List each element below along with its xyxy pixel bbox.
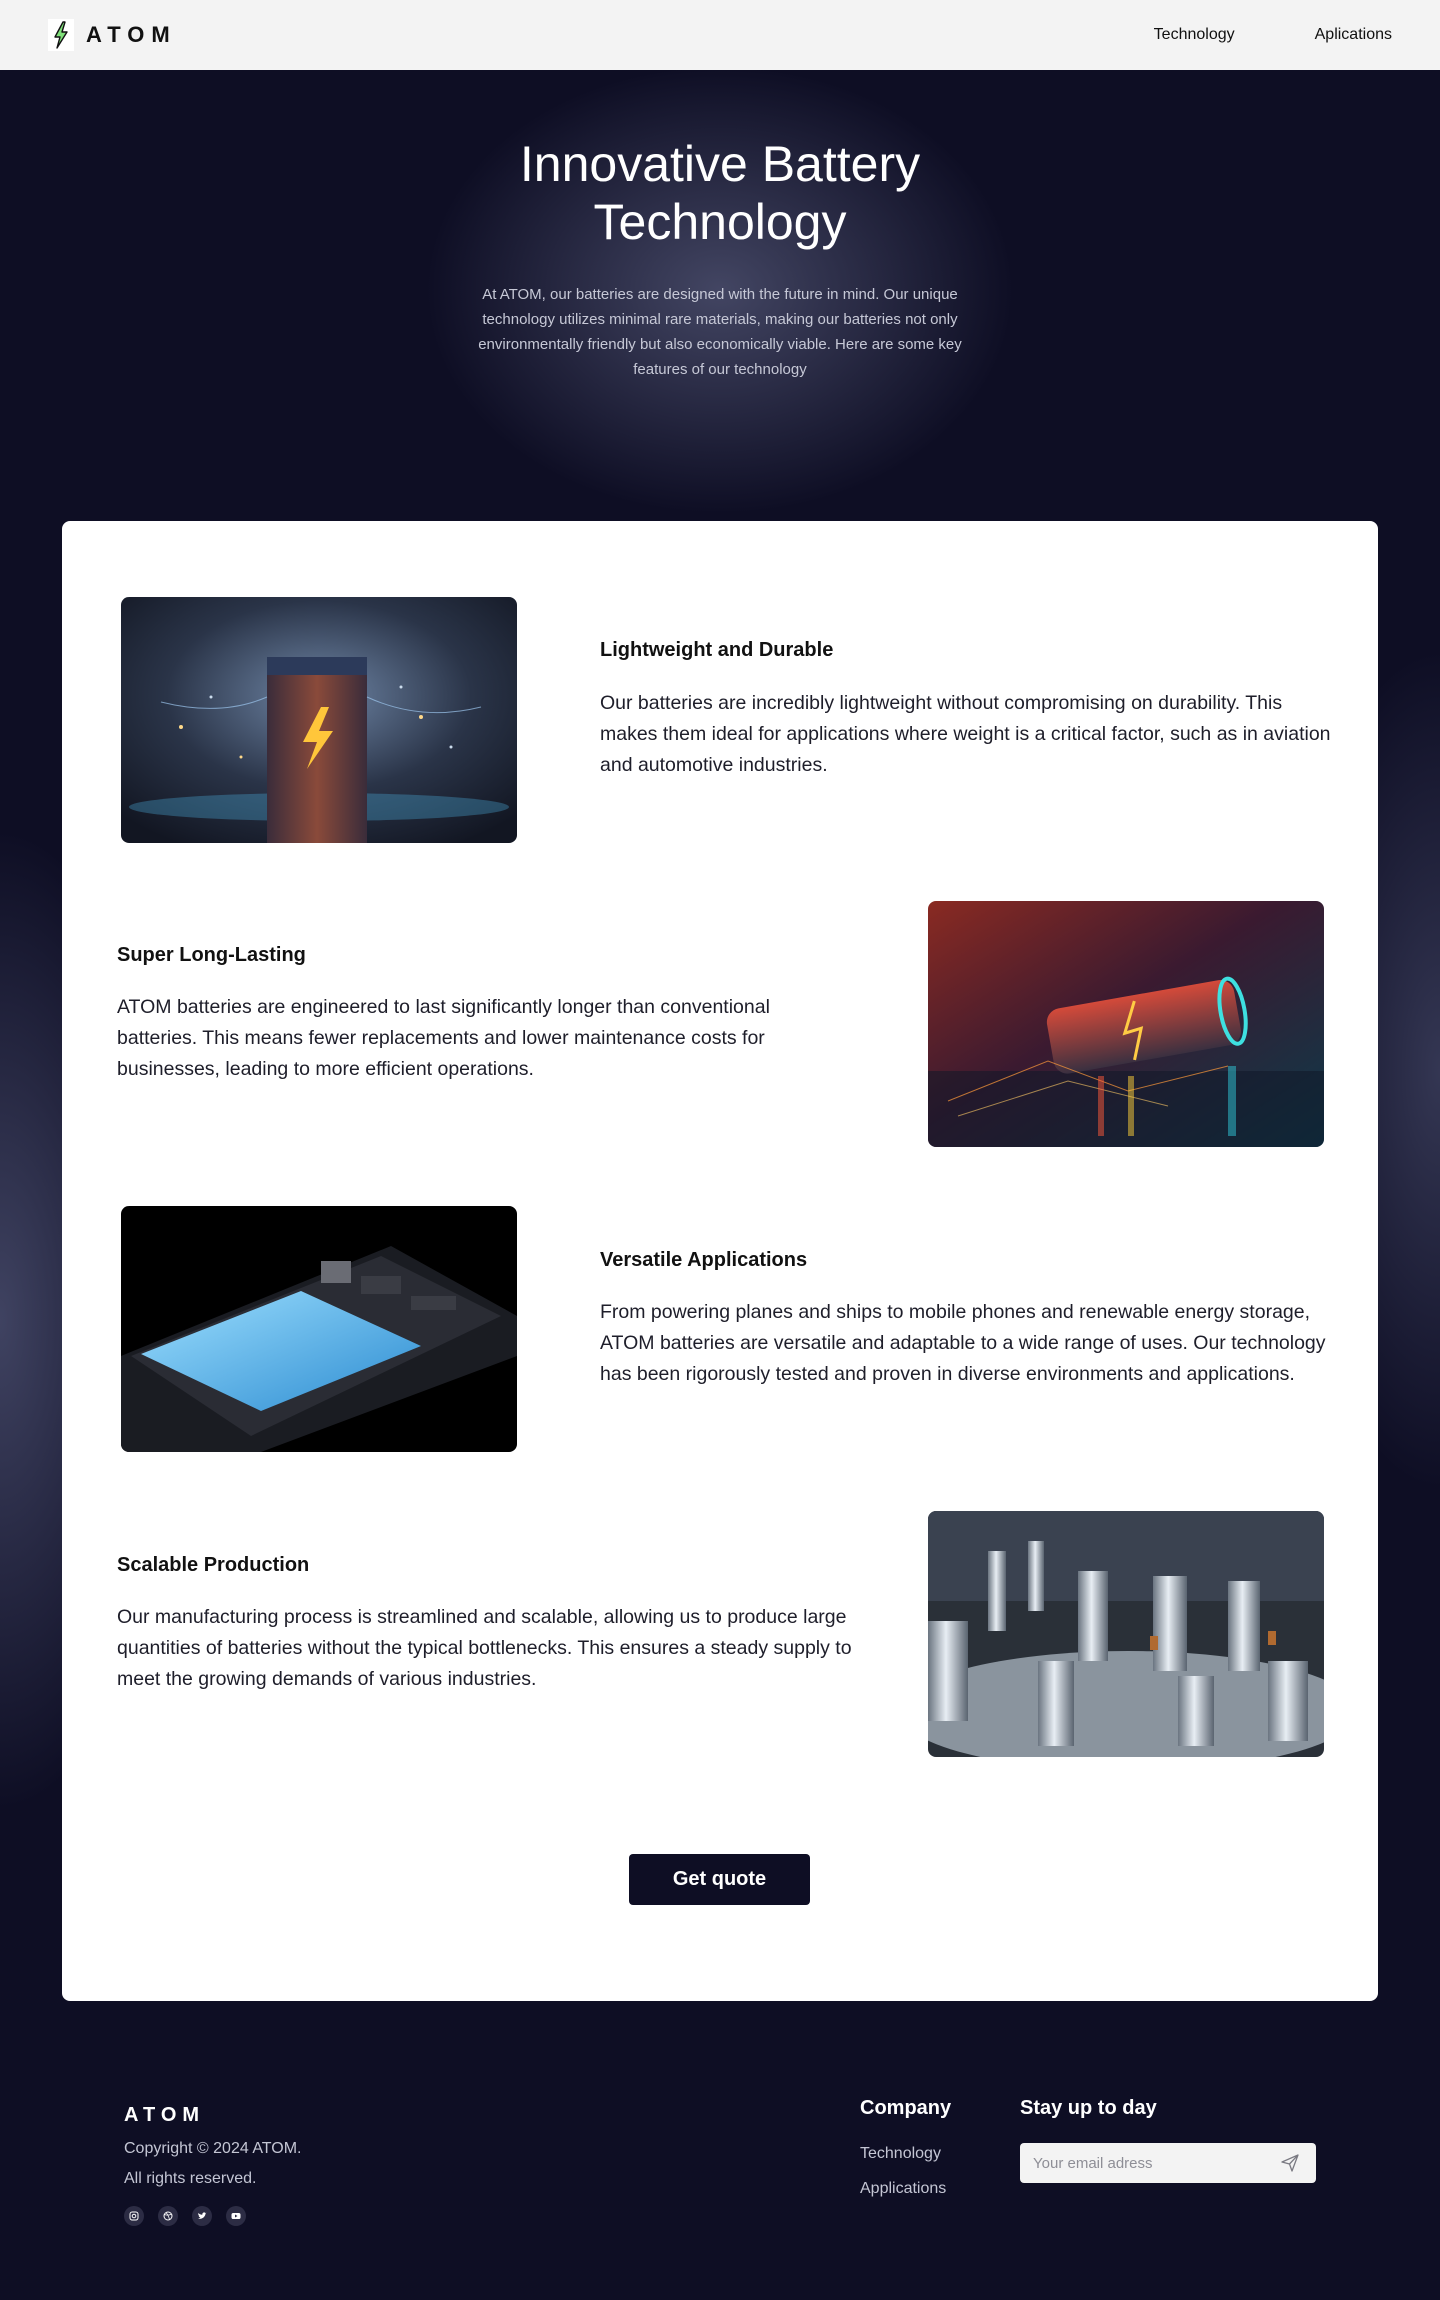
brand-logo[interactable]: ATOM — [48, 19, 177, 51]
hero-title: Innovative Battery Technology — [519, 136, 921, 250]
phone-battery-image — [121, 1206, 517, 1452]
footer-brand: ATOM — [124, 2104, 206, 2126]
main-nav: Technology Aplications — [1154, 26, 1392, 44]
social-links — [124, 2206, 246, 2226]
features-card: Lightweight and Durable Our batteries ar… — [62, 521, 1378, 2001]
dribbble-icon[interactable] — [158, 2206, 178, 2226]
get-quote-button[interactable]: Get quote — [629, 1854, 810, 1905]
newsletter-heading: Stay up to day — [1020, 2097, 1157, 2119]
nav-technology[interactable]: Technology — [1154, 26, 1235, 44]
hero-description: At ATOM, our batteries are designed with… — [478, 286, 962, 378]
youtube-icon[interactable] — [226, 2206, 246, 2226]
send-button[interactable] — [1270, 2143, 1310, 2183]
site-header: ATOM Technology Aplications — [0, 0, 1440, 70]
feature-title: Super Long-Lasting — [117, 944, 306, 966]
feature-text: Our batteries are incredibly lightweight… — [600, 692, 1331, 776]
rights-text: All rights reserved. — [124, 2170, 257, 2187]
feature-title: Versatile Applications — [600, 1249, 808, 1271]
send-icon — [1281, 2154, 1299, 2172]
feature-title: Scalable Production — [117, 1554, 310, 1576]
lightning-logo-icon — [48, 19, 74, 51]
instagram-icon[interactable] — [124, 2206, 144, 2226]
company-heading: Company — [860, 2097, 952, 2119]
twitter-icon[interactable] — [192, 2206, 212, 2226]
email-input[interactable] — [1020, 2143, 1270, 2183]
brand-name: ATOM — [86, 22, 177, 47]
nav-applications[interactable]: Aplications — [1315, 26, 1392, 44]
footer-link-technology[interactable]: Technology — [860, 2145, 941, 2163]
footer-copyright: Copyright © 2024 ATOM. All rights reserv… — [124, 2134, 302, 2194]
battery-production-image — [928, 1511, 1324, 1757]
copyright-text: Copyright © 2024 ATOM. — [124, 2140, 302, 2157]
neon-battery-image — [928, 901, 1324, 1147]
feature-text: Our manufacturing process is streamlined… — [117, 1606, 852, 1690]
feature-title: Lightweight and Durable — [600, 639, 834, 661]
feature-text: ATOM batteries are engineered to last si… — [117, 996, 770, 1080]
feature-text: From powering planes and ships to mobile… — [600, 1301, 1326, 1385]
newsletter-form — [1020, 2143, 1316, 2183]
footer-link-applications[interactable]: Applications — [860, 2180, 946, 2198]
battery-lightning-image — [121, 597, 517, 843]
